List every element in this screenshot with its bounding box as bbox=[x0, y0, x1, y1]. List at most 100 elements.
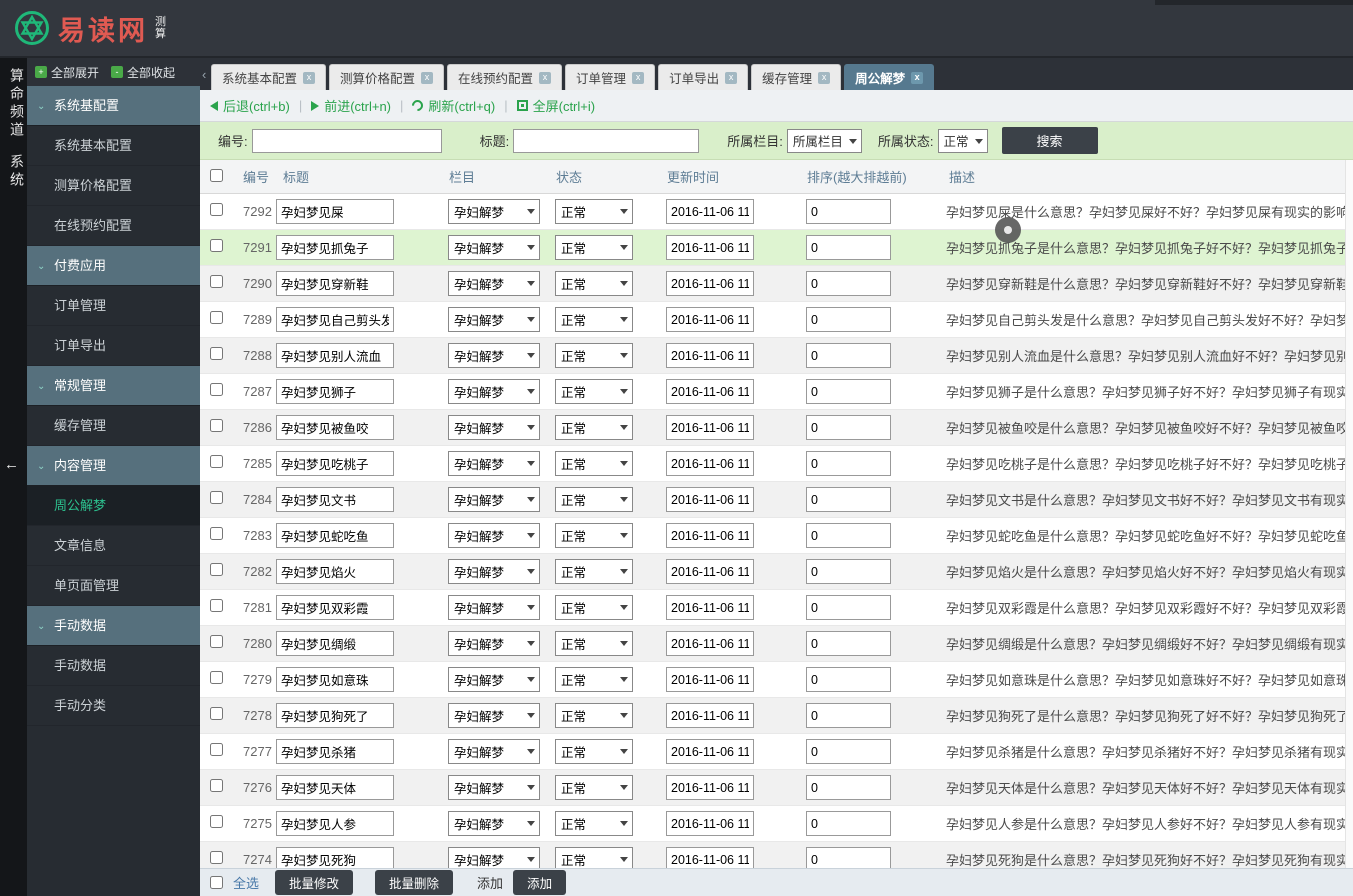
row-sort-input[interactable] bbox=[806, 559, 891, 584]
add-button[interactable]: 添加 bbox=[513, 870, 567, 895]
row-checkbox[interactable] bbox=[210, 202, 223, 216]
row-date-input[interactable] bbox=[666, 379, 754, 404]
row-checkbox[interactable] bbox=[210, 310, 223, 324]
tab-close-icon[interactable]: x bbox=[421, 71, 434, 84]
row-category-select[interactable]: 孕妇解梦 bbox=[448, 415, 540, 440]
row-status-select[interactable]: 正常 bbox=[555, 271, 633, 296]
row-category-select[interactable]: 孕妇解梦 bbox=[448, 451, 540, 476]
row-checkbox[interactable] bbox=[210, 418, 223, 432]
row-title-input[interactable] bbox=[276, 595, 394, 620]
row-checkbox[interactable] bbox=[210, 346, 223, 360]
tab-系统基本配置[interactable]: 系统基本配置 x bbox=[211, 64, 327, 90]
row-date-input[interactable] bbox=[666, 343, 754, 368]
row-checkbox[interactable] bbox=[210, 382, 223, 396]
row-date-input[interactable] bbox=[666, 775, 754, 800]
row-sort-input[interactable] bbox=[806, 343, 891, 368]
row-checkbox[interactable] bbox=[210, 274, 223, 288]
batch-edit-button[interactable]: 批量修改 bbox=[275, 870, 354, 895]
row-sort-input[interactable] bbox=[806, 523, 891, 548]
row-category-select[interactable]: 孕妇解梦 bbox=[448, 235, 540, 260]
row-title-input[interactable] bbox=[276, 451, 394, 476]
row-title-input[interactable] bbox=[276, 739, 394, 764]
sidebar-item-单页面管理[interactable]: 单页面管理 bbox=[27, 566, 200, 606]
search-id-input[interactable] bbox=[251, 128, 442, 153]
tab-在线预约配置[interactable]: 在线预约配置 x bbox=[447, 64, 563, 90]
sidebar-item-测算价格配置[interactable]: 测算价格配置 bbox=[27, 166, 200, 206]
row-checkbox[interactable] bbox=[210, 598, 223, 612]
row-sort-input[interactable] bbox=[806, 775, 891, 800]
row-status-select[interactable]: 正常 bbox=[555, 595, 633, 620]
row-sort-input[interactable] bbox=[806, 379, 891, 404]
row-sort-input[interactable] bbox=[806, 199, 891, 224]
row-status-select[interactable]: 正常 bbox=[555, 379, 633, 404]
row-date-input[interactable] bbox=[666, 271, 754, 296]
toolbar-refresh-button[interactable]: 刷新(ctrl+q) bbox=[410, 96, 495, 115]
row-category-select[interactable]: 孕妇解梦 bbox=[448, 199, 540, 224]
rail-item-0[interactable]: 算命频道 bbox=[0, 68, 27, 140]
row-sort-input[interactable] bbox=[806, 631, 891, 656]
row-date-input[interactable] bbox=[666, 631, 754, 656]
row-sort-input[interactable] bbox=[806, 235, 891, 260]
row-status-select[interactable]: 正常 bbox=[555, 811, 633, 836]
row-status-select[interactable]: 正常 bbox=[555, 343, 633, 368]
row-title-input[interactable] bbox=[276, 199, 394, 224]
row-checkbox[interactable] bbox=[210, 634, 223, 648]
row-sort-input[interactable] bbox=[806, 415, 891, 440]
row-checkbox[interactable] bbox=[210, 850, 223, 864]
tab-close-icon[interactable]: x bbox=[539, 71, 552, 84]
row-status-select[interactable]: 正常 bbox=[555, 415, 633, 440]
row-title-input[interactable] bbox=[276, 811, 394, 836]
row-title-input[interactable] bbox=[276, 703, 394, 728]
sidebar-group-3[interactable]: ⌄ 内容管理 bbox=[27, 446, 200, 486]
row-checkbox[interactable] bbox=[210, 526, 223, 540]
tab-订单导出[interactable]: 订单导出 x bbox=[658, 64, 749, 90]
sidebar-group-4[interactable]: ⌄ 手动数据 bbox=[27, 606, 200, 646]
row-date-input[interactable] bbox=[666, 415, 754, 440]
tab-周公解梦[interactable]: 周公解梦 x bbox=[844, 64, 935, 90]
row-checkbox[interactable] bbox=[210, 238, 223, 252]
row-checkbox[interactable] bbox=[210, 670, 223, 684]
row-status-select[interactable]: 正常 bbox=[555, 703, 633, 728]
collapse-all-button[interactable]: - 全部收起 bbox=[111, 64, 175, 81]
toolbar-forward-button[interactable]: 前进(ctrl+n) bbox=[311, 96, 391, 115]
row-sort-input[interactable] bbox=[806, 739, 891, 764]
row-title-input[interactable] bbox=[276, 559, 394, 584]
search-column-select[interactable]: 所属栏目 bbox=[786, 128, 862, 153]
select-all-footer-checkbox[interactable] bbox=[210, 876, 223, 889]
row-checkbox[interactable] bbox=[210, 814, 223, 828]
row-checkbox[interactable] bbox=[210, 454, 223, 468]
sidebar-item-系统基本配置[interactable]: 系统基本配置 bbox=[27, 126, 200, 166]
tab-close-icon[interactable]: x bbox=[303, 71, 316, 84]
row-title-input[interactable] bbox=[276, 415, 394, 440]
tab-订单管理[interactable]: 订单管理 x bbox=[565, 64, 656, 90]
expand-all-button[interactable]: + 全部展开 bbox=[35, 64, 99, 81]
row-category-select[interactable]: 孕妇解梦 bbox=[448, 667, 540, 692]
tab-测算价格配置[interactable]: 测算价格配置 x bbox=[329, 64, 445, 90]
row-sort-input[interactable] bbox=[806, 667, 891, 692]
row-checkbox[interactable] bbox=[210, 742, 223, 756]
row-checkbox[interactable] bbox=[210, 778, 223, 792]
tab-scroll-left-icon[interactable]: ‹ bbox=[202, 67, 211, 82]
row-date-input[interactable] bbox=[666, 559, 754, 584]
scrollbar-track[interactable] bbox=[1345, 160, 1353, 868]
row-date-input[interactable] bbox=[666, 703, 754, 728]
sidebar-item-文章信息[interactable]: 文章信息 bbox=[27, 526, 200, 566]
row-status-select[interactable]: 正常 bbox=[555, 523, 633, 548]
tab-close-icon[interactable]: x bbox=[725, 71, 738, 84]
row-date-input[interactable] bbox=[666, 487, 754, 512]
row-date-input[interactable] bbox=[666, 667, 754, 692]
row-sort-input[interactable] bbox=[806, 307, 891, 332]
row-category-select[interactable]: 孕妇解梦 bbox=[448, 343, 540, 368]
batch-delete-button[interactable]: 批量删除 bbox=[375, 870, 454, 895]
row-title-input[interactable] bbox=[276, 631, 394, 656]
row-category-select[interactable]: 孕妇解梦 bbox=[448, 631, 540, 656]
sidebar-item-订单管理[interactable]: 订单管理 bbox=[27, 286, 200, 326]
row-date-input[interactable] bbox=[666, 235, 754, 260]
row-category-select[interactable]: 孕妇解梦 bbox=[448, 739, 540, 764]
row-checkbox[interactable] bbox=[210, 562, 223, 576]
row-date-input[interactable] bbox=[666, 739, 754, 764]
row-title-input[interactable] bbox=[276, 235, 394, 260]
row-category-select[interactable]: 孕妇解梦 bbox=[448, 595, 540, 620]
sidebar-item-周公解梦[interactable]: 周公解梦 bbox=[27, 486, 200, 526]
toolbar-fullscreen-button[interactable]: 全屏(ctrl+i) bbox=[516, 96, 595, 115]
